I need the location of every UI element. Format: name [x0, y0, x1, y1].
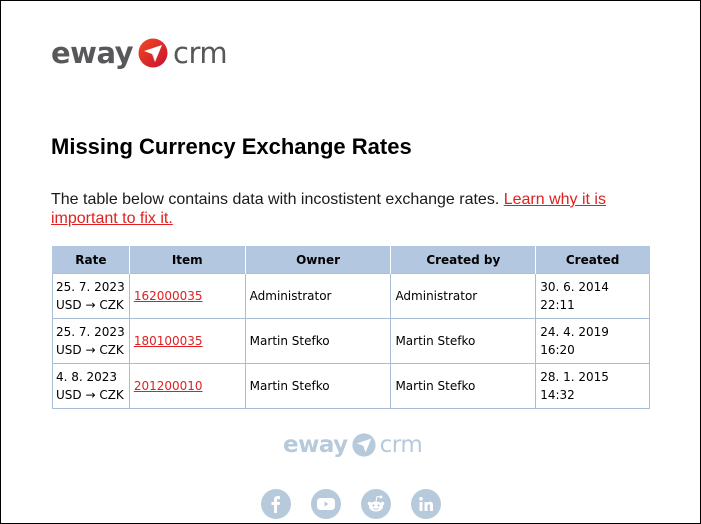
rate-cell: 25. 7. 2023 USD → CZK: [52, 273, 130, 319]
table-header-row: Rate Item Owner Created by Created: [52, 246, 650, 274]
rate-date: 25. 7. 2023: [56, 325, 125, 339]
item-link[interactable]: 201200010: [134, 379, 203, 393]
created-by-cell: Martin Stefko: [390, 363, 537, 409]
owner-cell: Martin Stefko: [244, 318, 392, 364]
rate-pair: USD → CZK: [56, 388, 124, 402]
paper-plane-logo-icon: [138, 38, 168, 68]
social-links: [261, 489, 441, 519]
item-link[interactable]: 180100035: [134, 334, 203, 348]
rate-pair: USD → CZK: [56, 343, 124, 357]
table-row: 25. 7. 2023 USD → CZK 180100035 Martin S…: [52, 318, 650, 364]
intro-text: The table below contains data with incos…: [51, 191, 504, 208]
footer-logo: eway crm: [283, 430, 423, 460]
created-by-cell: Martin Stefko: [390, 318, 537, 364]
column-header-owner: Owner: [244, 246, 392, 274]
column-header-created-by: Created by: [390, 246, 537, 274]
item-cell: 162000035: [128, 273, 246, 319]
header-logo: eway crm: [51, 35, 228, 71]
intro-paragraph: The table below contains data with incos…: [51, 190, 651, 228]
footer-logo-text-crm: crm: [379, 432, 423, 458]
rate-cell: 4. 8. 2023 USD → CZK: [52, 363, 130, 409]
footer-paper-plane-logo-icon: [352, 433, 376, 457]
rate-cell: 25. 7. 2023 USD → CZK: [52, 318, 130, 364]
column-header-created: Created: [535, 246, 650, 274]
facebook-icon[interactable]: [261, 489, 291, 519]
rate-pair: USD → CZK: [56, 298, 124, 312]
created-cell: 24. 4. 2019 16:20: [535, 318, 650, 364]
reddit-icon[interactable]: [361, 489, 391, 519]
owner-cell: Martin Stefko: [244, 363, 392, 409]
page-title: Missing Currency Exchange Rates: [51, 134, 412, 159]
youtube-icon[interactable]: [311, 489, 341, 519]
logo-text-eway: eway: [51, 36, 134, 70]
created-cell: 28. 1. 2015 14:32: [535, 363, 650, 409]
item-cell: 201200010: [128, 363, 246, 409]
rate-date: 4. 8. 2023: [56, 370, 118, 384]
created-cell: 30. 6. 2014 22:11: [535, 273, 650, 319]
item-link[interactable]: 162000035: [134, 289, 203, 303]
column-header-rate: Rate: [52, 246, 130, 274]
column-header-item: Item: [128, 246, 246, 274]
item-cell: 180100035: [128, 318, 246, 364]
rate-date: 25. 7. 2023: [56, 280, 125, 294]
email-frame: eway crm Missing Currency Exchange Rates…: [0, 0, 701, 524]
owner-cell: Administrator: [244, 273, 392, 319]
exchange-rates-table: Rate Item Owner Created by Created 25. 7…: [52, 246, 650, 409]
footer-logo-text-eway: eway: [283, 432, 348, 458]
table-row: 4. 8. 2023 USD → CZK 201200010 Martin St…: [52, 363, 650, 409]
created-by-cell: Administrator: [390, 273, 537, 319]
logo-text-crm: crm: [173, 36, 228, 70]
linkedin-icon[interactable]: [411, 489, 441, 519]
table-row: 25. 7. 2023 USD → CZK 162000035 Administ…: [52, 273, 650, 319]
